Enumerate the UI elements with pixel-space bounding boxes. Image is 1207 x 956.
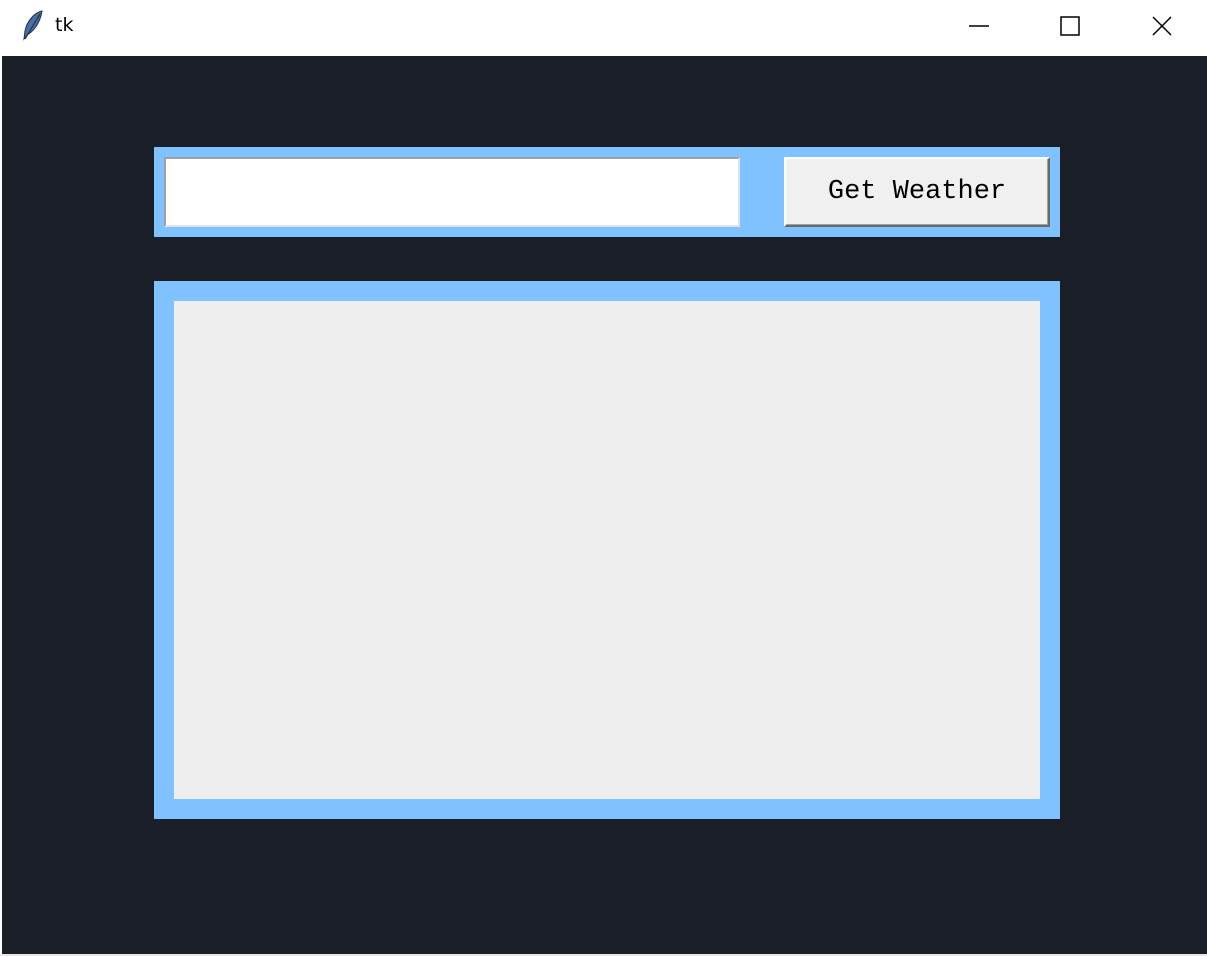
close-button[interactable]	[1116, 0, 1207, 52]
get-weather-button[interactable]: Get Weather	[784, 157, 1050, 227]
weather-result-label	[174, 301, 1040, 799]
result-frame	[154, 281, 1060, 819]
input-frame: Get Weather	[154, 147, 1060, 237]
city-input[interactable]	[164, 157, 740, 227]
app-window: tk Get Weather	[0, 0, 1207, 956]
maximize-icon	[1060, 16, 1080, 36]
title-bar[interactable]: tk	[0, 0, 1207, 56]
minimize-icon	[969, 25, 989, 27]
maximize-button[interactable]	[1024, 0, 1116, 52]
window-client-area: Get Weather	[2, 56, 1207, 954]
minimize-button[interactable]	[933, 0, 1025, 52]
window-title: tk	[55, 14, 74, 36]
close-icon	[1152, 16, 1172, 36]
feather-icon	[23, 10, 43, 41]
